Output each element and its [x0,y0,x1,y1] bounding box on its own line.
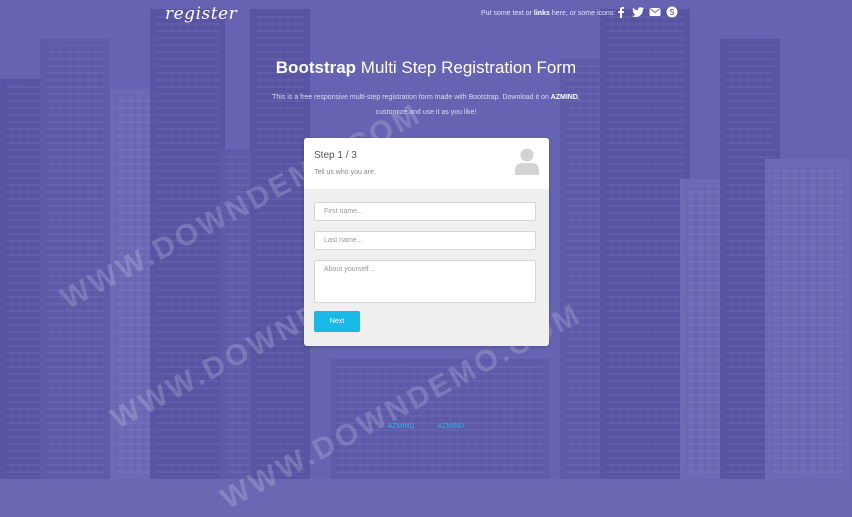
page-description: This is a free responsive multi-step reg… [272,94,580,116]
next-button[interactable]: Next [314,311,360,332]
footer: AZMIND AZMIND [0,423,852,430]
facebook-icon[interactable] [615,6,627,18]
form-header: Step 1 / 3 Tell us who you are: [304,138,549,189]
last-name-input[interactable]: Last name... [314,231,536,250]
user-icon [515,148,539,175]
page-title: Bootstrap Multi Step Registration Form [275,58,577,77]
footer-link[interactable]: AZMIND [388,423,415,430]
email-icon[interactable] [649,6,661,18]
footer-link[interactable]: AZMIND [437,423,464,430]
top-navbar: register Put some text or links here, or… [0,0,852,32]
navbar-link[interactable]: links [534,10,550,17]
about-yourself-textarea[interactable]: About yourself... [314,260,536,303]
form-subtitle: Tell us who you are: [314,169,376,176]
navbar-note: Put some text or links here, or some ico… [481,10,616,17]
social-icons [615,6,678,18]
brand-logo[interactable]: register [165,4,237,24]
step-indicator: Step 1 / 3 [314,150,357,161]
skype-icon[interactable] [666,6,678,18]
registration-form-card: Step 1 / 3 Tell us who you are: First na… [304,138,549,346]
first-name-input[interactable]: First name... [314,202,536,221]
twitter-icon[interactable] [632,6,644,18]
azmind-link[interactable]: AZMIND [551,94,578,101]
